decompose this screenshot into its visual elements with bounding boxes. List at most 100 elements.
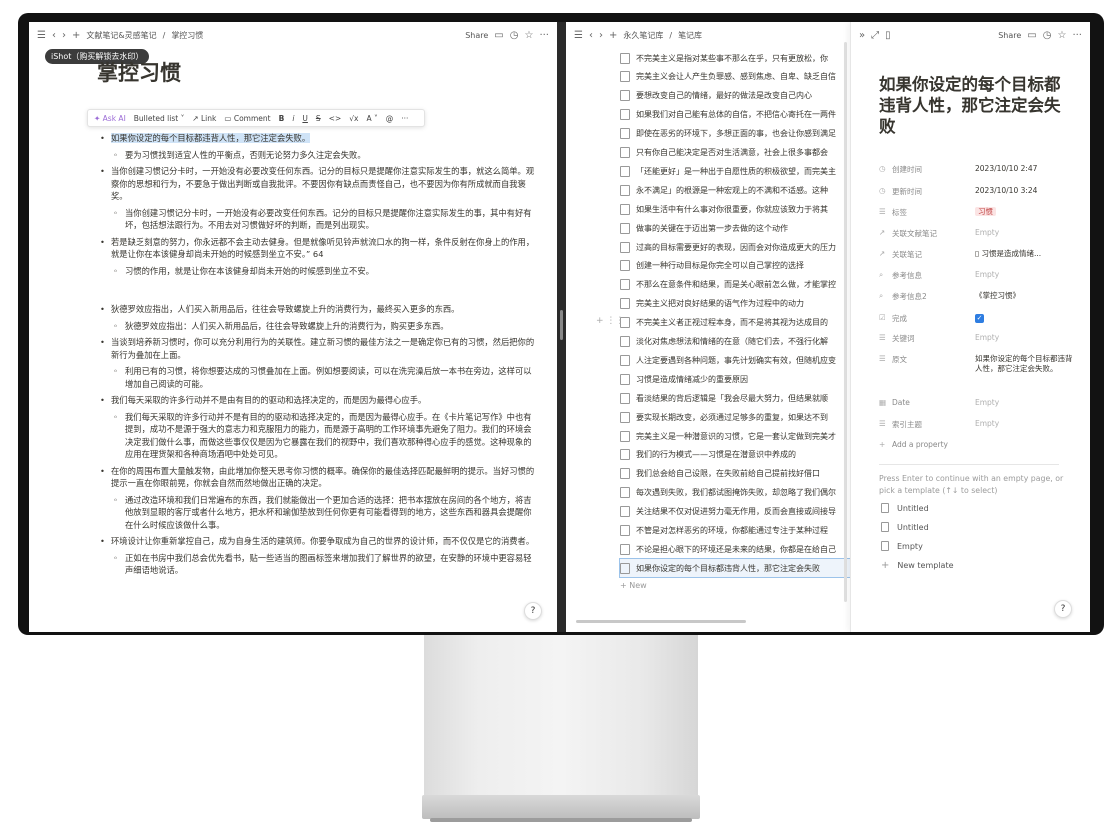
list-item[interactable]: 永不满足」的根源是一种宏观上的不满和不适感。这种 (620, 181, 850, 199)
forward-icon[interactable]: › (599, 30, 603, 41)
comment-icon[interactable]: ▭ (494, 30, 503, 41)
property-value[interactable]: Empty (975, 333, 1079, 344)
menu-icon[interactable]: ☰ (37, 30, 46, 41)
text-color-button[interactable]: A ˅ (366, 114, 377, 123)
star-icon[interactable]: ☆ (1057, 30, 1066, 41)
block-type-dropdown[interactable]: Bulleted list ˅ (134, 114, 185, 123)
underline-button[interactable]: U (302, 114, 308, 123)
code-button[interactable]: <> (329, 114, 342, 123)
help-button[interactable]: ? (524, 602, 542, 620)
bullet-item[interactable]: 环境设计让你重新掌控自己，成为自身生活的建筑师。你要争取成为自己的世界的设计师，… (99, 535, 539, 548)
share-button[interactable]: Share (998, 31, 1021, 40)
new-template-button[interactable]: + New template (881, 560, 954, 571)
open-page-icon[interactable]: ▯ (885, 30, 891, 41)
add-icon[interactable]: + (72, 30, 80, 41)
italic-button[interactable]: i (292, 114, 294, 123)
property-row[interactable]: ☰ 关键词 Empty (879, 333, 1079, 344)
sub-bullet-item[interactable]: 狄德罗效应指出：人们买入新用品后，往往会导致螺旋上升的消费行为，购买更多东西。 (99, 320, 539, 333)
list-item[interactable]: 创建一种行动目标是你完全可以自己掌控的选择 (620, 257, 850, 275)
more-icon[interactable]: ··· (1072, 30, 1082, 41)
breadcrumb-item[interactable]: 文献笔记&灵感笔记 (86, 30, 156, 41)
drag-handle-icon[interactable]: + ⋮⋮ (596, 316, 624, 326)
math-button[interactable]: √x (349, 114, 358, 123)
ask-ai-button[interactable]: ✦ Ask AI (94, 114, 126, 123)
bullet-item[interactable]: 如果你设定的每个目标都违背人性，那它注定会失败。 (99, 132, 539, 145)
menu-icon[interactable]: ☰ (574, 30, 583, 41)
property-row[interactable]: ☰ 原文 如果你设定的每个目标都违背人性，那它注定会失败。 (879, 354, 1079, 374)
property-row[interactable]: ☰ 索引主题 Empty (879, 419, 1079, 430)
property-value[interactable]: Empty (975, 419, 1079, 430)
bullet-item[interactable]: 若是缺乏刻意的努力，你永远都不会主动去健身。但是就像听见铃声就流口水的狗一样，条… (99, 236, 539, 261)
bold-button[interactable]: B (279, 114, 285, 123)
bullet-item[interactable]: 我们每天采取的许多行动并不是由有目的的驱动和选择决定的，而是因为最得心应手。 (99, 394, 539, 407)
more-icon[interactable]: ··· (401, 114, 408, 123)
sub-bullet-item[interactable]: 要为习惯找到适宜人性的平衡点，否则无论努力多久注定会失败。 (99, 149, 539, 162)
list-item[interactable]: 要想改变自己的情绪，最好的做法是改变自己内心 (620, 87, 850, 105)
template-option[interactable]: Empty (881, 541, 923, 551)
property-row[interactable]: ◷ 创建时间 2023/10/10 2:47 (879, 164, 1079, 175)
forward-icon[interactable]: › (62, 30, 66, 41)
template-option[interactable]: Untitled (881, 522, 929, 532)
property-value[interactable]: 2023/10/10 3:24 (975, 186, 1079, 197)
back-icon[interactable]: ‹ (52, 30, 56, 41)
page-title[interactable]: 掌控习惯 (97, 57, 181, 87)
template-option[interactable]: Untitled (881, 503, 929, 513)
strikethrough-button[interactable]: S (316, 114, 321, 123)
list-item[interactable]: 人注定要遇到各种问题，事先计划确实有效，但随机应变 (620, 351, 850, 369)
sub-bullet-item[interactable]: 通过改造环境和我们日常遍布的东西，我们就能做出一个更加合适的选择：把书本摆放在房… (99, 494, 539, 532)
document-body[interactable]: 如果你设定的每个目标都违背人性，那它注定会失败。要为习惯找到适宜人性的平衡点，否… (99, 132, 539, 581)
bullet-item[interactable]: 狄德罗效应指出，人们买入新用品后，往往会导致螺旋上升的消费行为，最终买入更多的东… (99, 303, 539, 316)
comment-button[interactable]: ▭ Comment (224, 114, 270, 123)
bullet-item[interactable]: 当谈到培养新习惯时，你可以充分利用行为的关联性。建立新习惯的最佳方法之一是确定你… (99, 336, 539, 361)
link-button[interactable]: ↗ Link (192, 114, 216, 123)
property-row[interactable]: ☑ 完成 ✓ (879, 313, 1079, 324)
list-item[interactable]: 不论是担心眼下的环境还是未来的结果，你都是在给自己 (620, 540, 850, 558)
list-item[interactable]: 如果生活中有什么事对你很重要，你就应该致力于将其 (620, 200, 850, 218)
sub-bullet-item[interactable]: 习惯的作用，就是让你在本该健身却尚未开始的时候感到坐立不安。 (99, 265, 539, 278)
list-item[interactable]: 过高的目标需要更好的表现，因而会对你造成更大的压力 (620, 238, 850, 256)
share-button[interactable]: Share (465, 31, 488, 40)
vertical-scrollbar[interactable] (844, 42, 847, 602)
property-value[interactable]: ✓ (975, 313, 1079, 324)
list-item[interactable]: 看淡结果的背后逻辑是「我会尽最大努力，但结果就顺 (620, 389, 850, 407)
list-item[interactable]: 如果你设定的每个目标都违背人性，那它注定会失败 (619, 558, 850, 579)
list-item[interactable]: 要实现长期改变，必须通过足够多的重复，如果达不到 (620, 408, 850, 426)
list-item[interactable]: 不完美主义是指对某些事不那么在乎，只有更放松，你 (620, 49, 850, 67)
back-icon[interactable]: ‹ (589, 30, 593, 41)
list-item[interactable]: 我们总会给自己设限，在失败前给自己提前找好借口 (620, 465, 850, 483)
help-button[interactable]: ? (1054, 600, 1072, 618)
list-item[interactable]: 关注结果不仅对促进努力毫无作用，反而会直接或间接导 (620, 503, 850, 521)
property-row[interactable]: ▦ Date Empty (879, 398, 1079, 408)
property-value[interactable]: ▯ 习惯是造成情绪... (975, 249, 1079, 260)
more-icon[interactable]: ··· (539, 30, 549, 41)
sub-bullet-item[interactable]: 我们每天采取的许多行动并不是有目的的驱动和选择决定的，而是因为最得心应手。在《卡… (99, 411, 539, 461)
bullet-item[interactable]: 在你的周围布置大量触发物，由此增加你整天思考你习惯的概率。确保你的最佳选择匹配最… (99, 465, 539, 490)
list-item[interactable]: 习惯是造成情绪减少的重要原因 (620, 370, 850, 388)
list-item[interactable]: 不管是对怎样恶劣的环境，你都能通过专注于某种过程 (620, 522, 850, 540)
sub-bullet-item[interactable]: 正如在书房中我们总会优先看书，贴一些适当的图画标签来增加我们了解世界的欲望，在安… (99, 552, 539, 577)
list-item[interactable]: 做事的关键在于迈出第一步去做的这个动作 (620, 219, 850, 237)
property-value[interactable]: Empty (975, 270, 1079, 281)
star-icon[interactable]: ☆ (524, 30, 533, 41)
property-row[interactable]: ☰ 标签 习惯 (879, 207, 1079, 218)
property-row[interactable]: ↗ 关联文献笔记 Empty (879, 228, 1079, 239)
peek-page-title[interactable]: 如果你设定的每个目标都违背人性，那它注定会失败 (879, 74, 1069, 137)
property-row[interactable]: ↗ 关联笔记 ▯ 习惯是造成情绪... (879, 249, 1079, 260)
breadcrumb-item[interactable]: 笔记库 (678, 30, 702, 41)
history-icon[interactable]: ◷ (510, 30, 519, 41)
breadcrumb-item[interactable]: 掌控习惯 (171, 30, 203, 41)
property-value[interactable]: Empty (975, 228, 1079, 239)
property-row[interactable]: ⌕ 参考信息2 《掌控习惯》 (879, 291, 1079, 302)
expand-icon[interactable]: ⤢ (871, 30, 879, 41)
property-value[interactable]: Empty (975, 398, 1079, 408)
property-row[interactable]: ◷ 更新时间 2023/10/10 3:24 (879, 186, 1079, 197)
add-property-button[interactable]: + Add a property (879, 440, 1079, 449)
list-item[interactable]: 即使在恶劣的环境下，多想正面的事，也会让你感到满足 (620, 125, 850, 143)
list-item[interactable]: 不那么在意条件和结果，而是关心眼前怎么做，才能掌控 (620, 276, 850, 294)
history-icon[interactable]: ◷ (1043, 30, 1052, 41)
add-icon[interactable]: + (609, 30, 617, 41)
comment-icon[interactable]: ▭ (1027, 30, 1036, 41)
sub-bullet-item[interactable]: 利用已有的习惯，将你想要达成的习惯叠加在上面。例如想要阅读，可以在洗完澡后放一本… (99, 365, 539, 390)
list-item[interactable]: 淡化对焦虑想法和情绪的在意（随它们去，不强行化解 (620, 333, 850, 351)
list-item[interactable]: 「还能更好」是一种出于自愿性质的积极欲望，而完美主 (620, 162, 850, 180)
